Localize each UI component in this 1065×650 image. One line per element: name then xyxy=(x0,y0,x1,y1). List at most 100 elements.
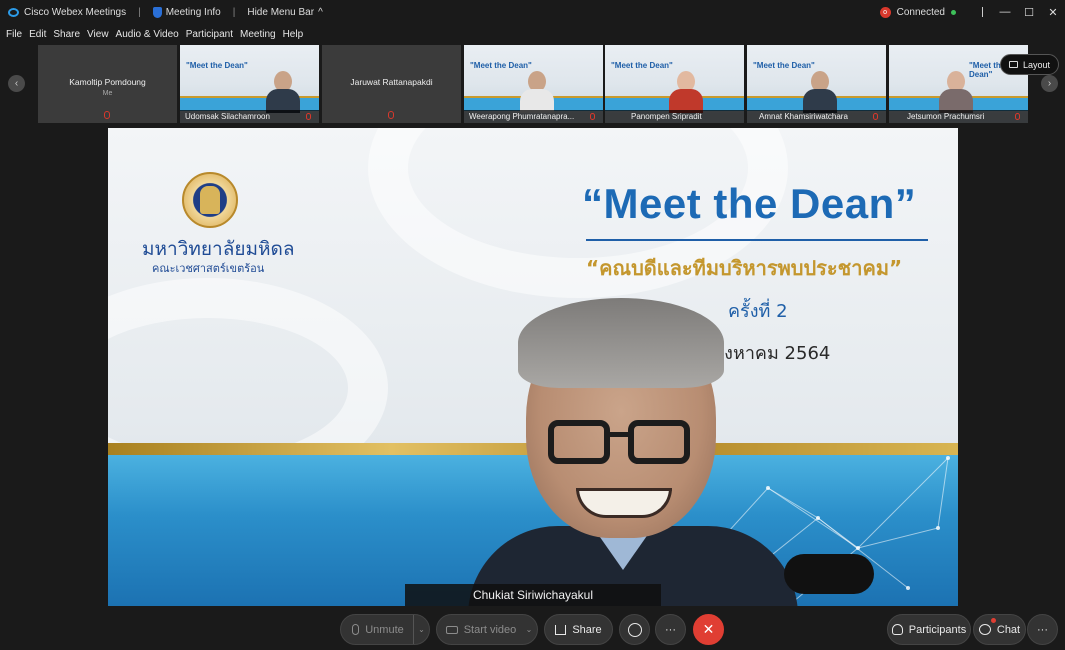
participant-strip: ‹ Kamoltip Pomdoung Me "Meet the Dean" U… xyxy=(0,44,1065,124)
participant-tile[interactable]: "Meet the Dean" Amnat Khamsiriwatchara xyxy=(747,45,886,123)
muted-mic-icon xyxy=(388,111,394,119)
muted-mic-icon xyxy=(873,113,878,120)
status-dot-icon xyxy=(951,9,956,15)
unmute-label: Unmute xyxy=(365,623,404,636)
layout-button[interactable]: Layout xyxy=(1000,54,1060,75)
chevron-up-icon: ^ xyxy=(318,6,323,18)
microphone xyxy=(784,554,874,594)
menu-share[interactable]: Share xyxy=(53,29,80,40)
participants-button[interactable]: Participants xyxy=(887,614,971,645)
hide-menu-bar-button[interactable]: Hide Menu Bar ^ xyxy=(247,7,322,18)
thumb-slide-title: "Meet the Dean" xyxy=(186,61,248,70)
meeting-controls: Unmute ⌄ Start video ⌄ Share ··· ✕ Parti… xyxy=(0,610,1065,650)
faculty-name: คณะเวชศาสตร์เขตร้อน xyxy=(152,262,265,275)
slide-subtitle: “คณบดีและทีมบริหารพบประชาคม” xyxy=(586,256,903,280)
close-window-button[interactable]: ✕ xyxy=(1041,0,1065,24)
reactions-button[interactable] xyxy=(619,614,650,645)
chat-label: Chat xyxy=(996,623,1021,636)
title-underline xyxy=(586,239,928,241)
menu-audio-video[interactable]: Audio & Video xyxy=(116,29,179,40)
participant-namebar: Weerapong Phumratanapra... xyxy=(464,110,603,123)
connection-label: Connected xyxy=(896,6,945,18)
participant-name: Udomsak Silachamroon xyxy=(185,112,270,121)
muted-mic-icon xyxy=(590,113,595,120)
title-bar: Cisco Webex Meetings | Meeting Info | Hi… xyxy=(0,0,1065,24)
maximize-button[interactable]: ☐ xyxy=(1017,0,1041,24)
participant-video xyxy=(803,71,837,113)
main-video-stage[interactable]: มหาวิทยาลัยมหิดล คณะเวชศาสตร์เขตร้อน “Me… xyxy=(108,128,958,606)
menu-edit[interactable]: Edit xyxy=(29,29,46,40)
start-video-label: Start video xyxy=(463,623,517,636)
menu-meeting[interactable]: Meeting xyxy=(240,29,276,40)
meeting-info-label: Meeting Info xyxy=(165,6,221,18)
thumb-slide-title: "Meet the Dean" xyxy=(470,61,532,70)
participant-name: Kamoltip Pomdoung xyxy=(69,77,146,87)
menu-file[interactable]: File xyxy=(6,29,22,40)
divider xyxy=(982,7,983,17)
participant-name: Jaruwat Rattanapakdi xyxy=(350,77,433,87)
unmute-button[interactable]: Unmute ⌄ xyxy=(340,614,430,645)
strip-prev-button[interactable]: ‹ xyxy=(8,75,25,92)
layout-icon xyxy=(1009,61,1018,68)
participant-video xyxy=(520,71,554,113)
audio-options-button[interactable]: ⌄ xyxy=(413,615,429,644)
participant-namebar: Amnat Khamsiriwatchara xyxy=(747,110,886,123)
participant-name: Amnat Khamsiriwatchara xyxy=(759,112,848,121)
participant-tile[interactable]: "Meet the Dean" Panompen Sripradit xyxy=(605,45,744,123)
more-options-button[interactable]: ··· xyxy=(655,614,686,645)
menu-bar: File Edit Share View Audio & Video Parti… xyxy=(0,25,310,43)
participant-namebar: Udomsak Silachamroon xyxy=(180,110,319,123)
app-name: Cisco Webex Meetings xyxy=(24,6,127,18)
connection-icon: o xyxy=(879,6,891,18)
participants-label: Participants xyxy=(908,623,967,636)
window-controls: o Connected — ☐ ✕ xyxy=(879,0,1065,24)
mic-muted-icon xyxy=(352,624,360,635)
participant-tile[interactable]: "Meet the Dean" Weerapong Phumratanapra.… xyxy=(464,45,603,123)
share-button[interactable]: Share xyxy=(544,614,613,645)
participant-tile[interactable]: Kamoltip Pomdoung Me xyxy=(38,45,177,123)
app-title: Cisco Webex Meetings | Meeting Info | Hi… xyxy=(0,6,323,18)
emoji-icon xyxy=(627,622,642,637)
menu-participant[interactable]: Participant xyxy=(186,29,233,40)
participant-name: Weerapong Phumratanapra... xyxy=(469,112,575,121)
leave-meeting-button[interactable]: ✕ xyxy=(693,614,724,645)
thumb-slide-title: "Meet the Dean" xyxy=(611,61,673,70)
overflow-menu-button[interactable]: ··· xyxy=(1027,614,1058,645)
chat-icon xyxy=(978,624,991,635)
webex-logo-icon xyxy=(8,7,19,17)
layout-label: Layout xyxy=(1023,59,1051,70)
hide-menu-bar-label: Hide Menu Bar xyxy=(247,6,315,18)
participant-video xyxy=(669,71,703,113)
muted-mic-icon xyxy=(104,111,110,119)
participant-name: Jetsumon Prachumsri xyxy=(907,112,985,121)
chat-button[interactable]: Chat xyxy=(973,614,1026,645)
start-video-button[interactable]: Start video ⌄ xyxy=(436,614,538,645)
menu-help[interactable]: Help xyxy=(283,29,304,40)
camera-off-icon xyxy=(445,625,458,634)
muted-mic-icon xyxy=(306,113,311,120)
participant-namebar: Panompen Sripradit xyxy=(605,110,744,123)
title-separator: | xyxy=(138,6,141,18)
slide-title: “Meet the Dean” xyxy=(582,180,917,227)
participants-icon xyxy=(891,624,903,635)
participant-tile[interactable]: "Meet the Dean" Udomsak Silachamroon xyxy=(180,45,319,123)
minimize-button[interactable]: — xyxy=(993,0,1017,24)
shield-icon xyxy=(152,6,162,18)
meeting-info-button[interactable]: Meeting Info xyxy=(152,6,221,18)
participant-name: Panompen Sripradit xyxy=(631,112,702,121)
thumb-slide-title: "Meet the Dean" xyxy=(753,61,815,70)
muted-mic-icon xyxy=(1015,113,1020,120)
participant-tile[interactable]: Jaruwat Rattanapakdi xyxy=(322,45,461,123)
university-seal-logo xyxy=(182,172,238,228)
video-options-button[interactable]: ⌄ xyxy=(521,615,537,644)
participant-me-label: Me xyxy=(102,90,113,97)
share-label: Share xyxy=(572,623,602,636)
menu-view[interactable]: View xyxy=(87,29,109,40)
chat-notification-badge xyxy=(991,618,996,623)
strip-next-button[interactable]: › xyxy=(1041,75,1058,92)
participant-namebar: Jetsumon Prachumsri xyxy=(889,110,1028,123)
participant-video xyxy=(266,71,300,113)
share-icon xyxy=(555,624,567,635)
title-separator: | xyxy=(232,6,236,18)
connection-status[interactable]: o Connected xyxy=(879,6,956,18)
